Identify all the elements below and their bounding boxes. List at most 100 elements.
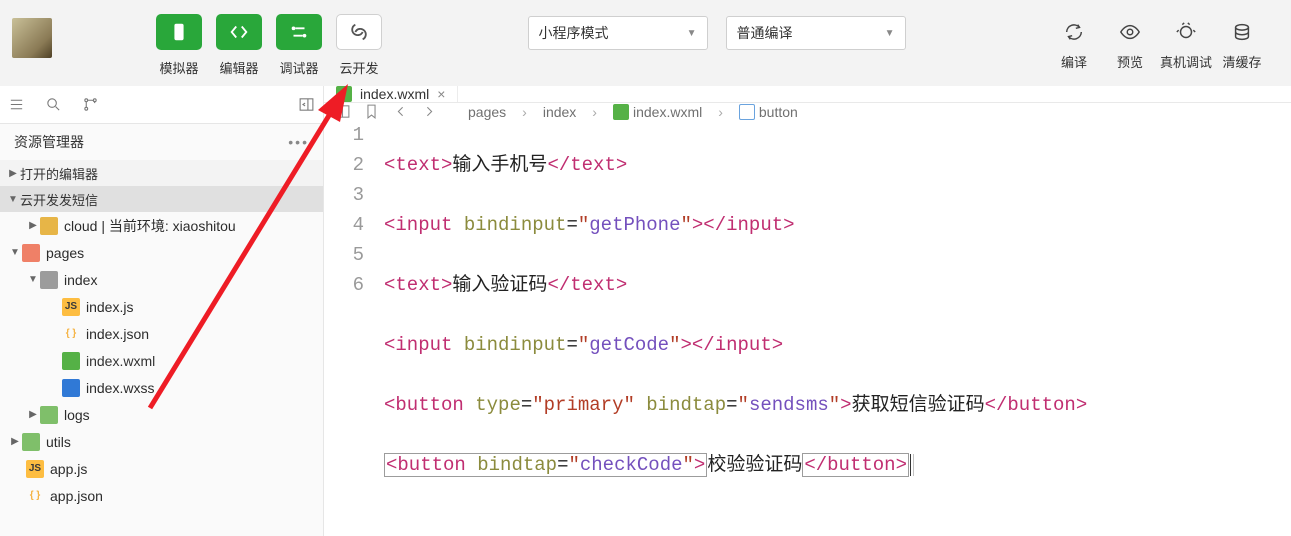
avatar[interactable] (12, 18, 52, 58)
bookmark-icon[interactable] (363, 103, 380, 120)
json-file-icon: { } (26, 487, 44, 505)
top-toolbar: 模拟器 编辑器 调试器 云开发 小程序模式 ▼ 普通编译 ▼ 编译 预览 (0, 0, 1291, 86)
tree-label: index.wxml (86, 353, 155, 369)
breadcrumb-separator: › (718, 104, 723, 120)
tree-file-indexwxml[interactable]: index.wxml (0, 347, 323, 374)
cloud-dev-label: 云开发 (339, 58, 378, 77)
js-file-icon: JS (26, 460, 44, 478)
list-icon[interactable] (8, 96, 25, 113)
chevron-down-icon: ▼ (6, 194, 20, 205)
tree-file-appjs[interactable]: JSapp.js (0, 455, 323, 482)
simulator-label: 模拟器 (159, 58, 198, 77)
chevron-down-icon: ▼ (885, 28, 895, 39)
compile-mode-value: 普通编译 (737, 23, 793, 43)
close-icon[interactable]: × (437, 86, 445, 102)
tree-label: pages (46, 245, 84, 261)
wxml-file-icon (62, 352, 80, 370)
folder-icon (22, 433, 40, 451)
back-icon[interactable] (392, 103, 409, 120)
sidebar: 资源管理器 ••• ▶ 打开的编辑器 ▼ 云开发发短信 ▶ cloud | 当前环… (0, 86, 324, 536)
editor-area: index.wxml × pages › index › index.wxml … (324, 86, 1291, 536)
simulator-button[interactable]: 模拟器 (152, 14, 206, 77)
json-file-icon: { } (62, 325, 80, 343)
editor-button[interactable]: 编辑器 (212, 14, 266, 77)
explorer-title: 资源管理器 (14, 132, 84, 152)
debugger-button[interactable]: 调试器 (272, 14, 326, 77)
symbol-icon (739, 104, 755, 120)
branch-icon[interactable] (82, 96, 99, 113)
right-actions: 编译 预览 真机调试 清缓存 (1047, 14, 1269, 71)
compile-label: 编译 (1061, 52, 1087, 71)
tree-file-indexjs[interactable]: JS index.js (0, 293, 323, 320)
breadcrumb-separator: › (522, 104, 527, 120)
tree-label: index (64, 272, 97, 288)
split-icon[interactable] (334, 103, 351, 120)
project-section[interactable]: ▼ 云开发发短信 (0, 186, 323, 212)
tree-label: app.json (50, 488, 103, 504)
chevron-down-icon: ▼ (8, 247, 22, 258)
tree-label: index.wxss (86, 380, 154, 396)
sidebar-mini-toolbar (0, 86, 323, 124)
real-device-button[interactable]: 真机调试 (1159, 14, 1213, 71)
compile-mode-dropdown[interactable]: 普通编译 ▼ (726, 16, 906, 50)
tree-folder-index[interactable]: ▼ index (0, 266, 323, 293)
main-tool-buttons: 模拟器 编辑器 调试器 云开发 (152, 14, 386, 77)
tree-label: logs (64, 407, 90, 423)
chevron-right-icon: ▶ (26, 409, 40, 420)
line-gutter: 123456 (324, 120, 384, 536)
wxss-file-icon (62, 379, 80, 397)
more-icon[interactable]: ••• (288, 134, 309, 150)
tree-folder-utils[interactable]: ▶utils (0, 428, 323, 455)
tree-label: index.js (86, 299, 133, 315)
file-tree: ▶cloud | 当前环境: xiaoshitou ▼pages ▼index … (0, 212, 323, 509)
folder-icon (40, 217, 58, 235)
tree-file-appjson[interactable]: { } app.json (0, 482, 323, 509)
tab-indexwxml[interactable]: index.wxml × (324, 86, 458, 102)
open-editors-section[interactable]: ▶ 打开的编辑器 (0, 160, 323, 186)
code-lines[interactable]: <text>输入手机号</text> <input bindinput="get… (384, 120, 1087, 536)
chevron-right-icon: ▶ (26, 220, 40, 231)
editor-label: 编辑器 (219, 58, 258, 77)
tab-strip: index.wxml × (324, 86, 1291, 103)
folder-icon (40, 406, 58, 424)
search-icon[interactable] (45, 96, 62, 113)
breadcrumb-pages[interactable]: pages (468, 104, 506, 120)
dropdown-area: 小程序模式 ▼ 普通编译 ▼ (386, 16, 1047, 50)
chevron-right-icon: ▶ (8, 436, 22, 447)
forward-icon[interactable] (421, 103, 438, 120)
tree-file-indexjson[interactable]: { } index.json (0, 320, 323, 347)
project-label: 云开发发短信 (20, 190, 98, 209)
clear-cache-button[interactable]: 清缓存 (1215, 14, 1269, 71)
editor-header-row: pages › index › index.wxml › button (324, 103, 1291, 120)
js-file-icon: JS (62, 298, 80, 316)
clear-cache-label: 清缓存 (1222, 52, 1261, 71)
preview-button[interactable]: 预览 (1103, 14, 1157, 71)
folder-icon (40, 271, 58, 289)
tree-folder-cloud[interactable]: ▶ cloud | 当前环境: xiaoshitou (0, 212, 323, 239)
collapse-panel-icon[interactable] (298, 96, 315, 113)
breadcrumb-file[interactable]: index.wxml (613, 104, 702, 120)
mode-value: 小程序模式 (539, 23, 609, 43)
real-device-label: 真机调试 (1160, 52, 1212, 71)
folder-icon (22, 244, 40, 262)
preview-label: 预览 (1117, 52, 1143, 71)
mode-dropdown[interactable]: 小程序模式 ▼ (528, 16, 708, 50)
chevron-right-icon: ▶ (6, 168, 20, 179)
tree-folder-logs[interactable]: ▶ logs (0, 401, 323, 428)
breadcrumb-index[interactable]: index (543, 104, 576, 120)
cloud-dev-button[interactable]: 云开发 (332, 14, 386, 77)
tree-file-indexwxss[interactable]: index.wxss (0, 374, 323, 401)
chevron-down-icon: ▼ (687, 28, 697, 39)
tree-folder-pages[interactable]: ▼ pages (0, 239, 323, 266)
breadcrumb-symbol[interactable]: button (739, 104, 798, 120)
wxml-file-icon (336, 86, 352, 102)
debugger-label: 调试器 (279, 58, 318, 77)
tree-label: cloud | 当前环境: xiaoshitou (64, 216, 236, 236)
breadcrumb-separator: › (592, 104, 597, 120)
open-editors-label: 打开的编辑器 (20, 164, 98, 183)
code-editor[interactable]: 123456 <text>输入手机号</text> <input bindinp… (324, 120, 1291, 536)
explorer-title-row: 资源管理器 ••• (0, 124, 323, 160)
compile-button[interactable]: 编译 (1047, 14, 1101, 71)
chevron-down-icon: ▼ (26, 274, 40, 285)
tree-label: index.json (86, 326, 149, 342)
